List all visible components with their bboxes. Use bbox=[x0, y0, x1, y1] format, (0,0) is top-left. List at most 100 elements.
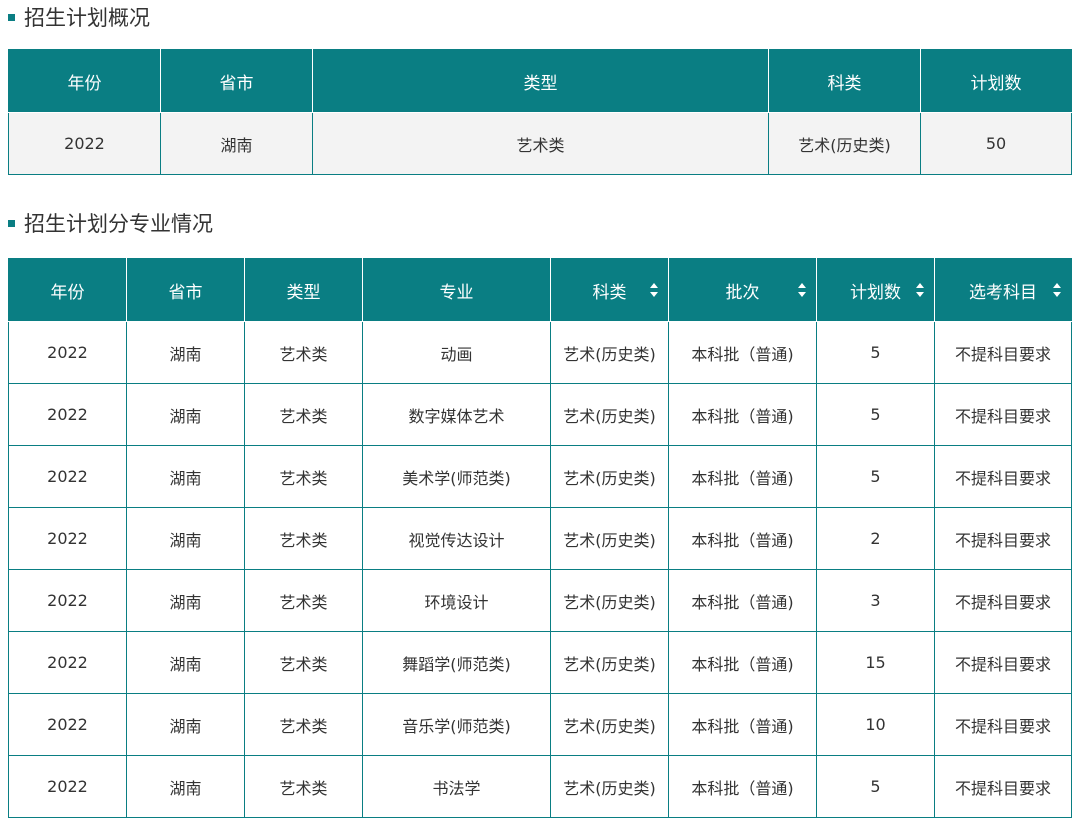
detail-cell-batch: 本科批（普通) bbox=[668, 755, 817, 818]
detail-header-year: 年份 bbox=[8, 258, 127, 322]
table-row: 2022 湖南 艺术类 美术学(师范类) 艺术(历史类) 本科批（普通) 5 不提科目要求 bbox=[8, 445, 1072, 508]
detail-cell-category: 艺术(历史类) bbox=[550, 569, 669, 632]
detail-cell-year: 2022 bbox=[8, 693, 127, 756]
detail-header-inner: 省市 bbox=[127, 278, 244, 303]
detail-cell-subjects: 不提科目要求 bbox=[934, 445, 1072, 508]
detail-cell-year: 2022 bbox=[8, 383, 127, 446]
detail-cell-type: 艺术类 bbox=[244, 631, 363, 694]
detail-cell-province: 湖南 bbox=[126, 631, 245, 694]
detail-cell-subjects: 不提科目要求 bbox=[934, 507, 1072, 570]
detail-cell-province: 湖南 bbox=[126, 569, 245, 632]
detail-cell-province: 湖南 bbox=[126, 445, 245, 508]
detail-cell-type: 艺术类 bbox=[244, 569, 363, 632]
overview-cell-province: 湖南 bbox=[160, 112, 313, 175]
detail-cell-category: 艺术(历史类) bbox=[550, 321, 669, 384]
sort-icon[interactable] bbox=[650, 283, 658, 297]
detail-header-label: 省市 bbox=[168, 282, 203, 303]
detail-cell-batch: 本科批（普通) bbox=[668, 507, 817, 570]
detail-header-type: 类型 bbox=[244, 258, 363, 322]
detail-cell-batch: 本科批（普通) bbox=[668, 321, 817, 384]
detail-cell-plan-count: 15 bbox=[816, 631, 935, 694]
detail-header-province: 省市 bbox=[126, 258, 245, 322]
detail-cell-year: 2022 bbox=[8, 569, 127, 632]
detail-header-major: 专业 bbox=[362, 258, 551, 322]
overview-header-plan-count: 计划数 bbox=[920, 49, 1072, 113]
detail-table: 年份 省市 类型 专业 科类 批次 计划数 选考科目 2022 湖南 艺术类 动画 艺术(历史类) 本科… bbox=[8, 258, 1072, 818]
detail-cell-year: 2022 bbox=[8, 507, 127, 570]
overview-cell-plan-count: 50 bbox=[920, 112, 1072, 175]
detail-cell-major: 环境设计 bbox=[362, 569, 551, 632]
table-row: 2022 湖南 艺术类 数字媒体艺术 艺术(历史类) 本科批（普通) 5 不提科目要求 bbox=[8, 383, 1072, 446]
overview-cell-category: 艺术(历史类) bbox=[768, 112, 921, 175]
detail-header-plan-count[interactable]: 计划数 bbox=[816, 258, 935, 322]
detail-cell-category: 艺术(历史类) bbox=[550, 383, 669, 446]
detail-cell-type: 艺术类 bbox=[244, 755, 363, 818]
detail-cell-province: 湖南 bbox=[126, 507, 245, 570]
detail-header-label: 年份 bbox=[50, 282, 85, 303]
detail-cell-province: 湖南 bbox=[126, 755, 245, 818]
detail-cell-major: 美术学(师范类) bbox=[362, 445, 551, 508]
detail-header-row: 年份 省市 类型 专业 科类 批次 计划数 选考科目 bbox=[8, 258, 1072, 322]
table-row: 2022 湖南 艺术类 动画 艺术(历史类) 本科批（普通) 5 不提科目要求 bbox=[8, 321, 1072, 384]
square-bullet-icon bbox=[8, 219, 15, 227]
overview-cell-type: 艺术类 bbox=[312, 112, 769, 175]
table-row: 2022 湖南 艺术类 书法学 艺术(历史类) 本科批（普通) 5 不提科目要求 bbox=[8, 755, 1072, 818]
detail-cell-plan-count: 5 bbox=[816, 383, 935, 446]
detail-cell-type: 艺术类 bbox=[244, 507, 363, 570]
detail-header-inner: 类型 bbox=[245, 278, 362, 303]
detail-cell-plan-count: 5 bbox=[816, 755, 935, 818]
detail-cell-major: 音乐学(师范类) bbox=[362, 693, 551, 756]
detail-cell-major: 动画 bbox=[362, 321, 551, 384]
overview-table: 年份 省市 类型 科类 计划数 2022 湖南 艺术类 艺术(历史类) 50 bbox=[8, 49, 1072, 175]
detail-header-inner: 计划数 bbox=[817, 278, 934, 303]
detail-header-inner: 科类 bbox=[551, 278, 668, 303]
detail-cell-province: 湖南 bbox=[126, 321, 245, 384]
overview-header-year: 年份 bbox=[8, 49, 161, 113]
detail-cell-year: 2022 bbox=[8, 445, 127, 508]
table-row: 2022 湖南 艺术类 视觉传达设计 艺术(历史类) 本科批（普通) 2 不提科目要求 bbox=[8, 507, 1072, 570]
detail-title-text: 招生计划分专业情况 bbox=[24, 212, 213, 236]
overview-cell-year: 2022 bbox=[8, 112, 161, 175]
detail-cell-plan-count: 10 bbox=[816, 693, 935, 756]
detail-cell-plan-count: 2 bbox=[816, 507, 935, 570]
detail-cell-batch: 本科批（普通) bbox=[668, 383, 817, 446]
detail-header-subjects[interactable]: 选考科目 bbox=[934, 258, 1072, 322]
detail-cell-subjects: 不提科目要求 bbox=[934, 693, 1072, 756]
detail-header-inner: 年份 bbox=[9, 278, 126, 303]
detail-cell-subjects: 不提科目要求 bbox=[934, 569, 1072, 632]
table-row: 2022 湖南 艺术类 音乐学(师范类) 艺术(历史类) 本科批（普通) 10 不提科目要求 bbox=[8, 693, 1072, 756]
overview-row: 2022 湖南 艺术类 艺术(历史类) 50 bbox=[8, 112, 1072, 175]
detail-header-label: 批次 bbox=[725, 282, 760, 303]
detail-cell-subjects: 不提科目要求 bbox=[934, 755, 1072, 818]
detail-header-category[interactable]: 科类 bbox=[550, 258, 669, 322]
detail-header-label: 科类 bbox=[592, 282, 627, 303]
detail-header-inner: 批次 bbox=[669, 278, 816, 303]
detail-cell-category: 艺术(历史类) bbox=[550, 445, 669, 508]
detail-cell-category: 艺术(历史类) bbox=[550, 755, 669, 818]
sort-icon[interactable] bbox=[798, 283, 806, 297]
sort-icon[interactable] bbox=[1053, 283, 1061, 297]
detail-header-inner: 选考科目 bbox=[935, 278, 1071, 303]
overview-header-province: 省市 bbox=[160, 49, 313, 113]
detail-cell-subjects: 不提科目要求 bbox=[934, 321, 1072, 384]
detail-cell-province: 湖南 bbox=[126, 693, 245, 756]
detail-cell-year: 2022 bbox=[8, 321, 127, 384]
detail-cell-type: 艺术类 bbox=[244, 445, 363, 508]
detail-header-label: 计划数 bbox=[850, 282, 901, 303]
detail-cell-major: 舞蹈学(师范类) bbox=[362, 631, 551, 694]
detail-header-label: 专业 bbox=[439, 282, 474, 303]
detail-cell-batch: 本科批（普通) bbox=[668, 445, 817, 508]
detail-cell-major: 书法学 bbox=[362, 755, 551, 818]
detail-cell-category: 艺术(历史类) bbox=[550, 507, 669, 570]
detail-cell-plan-count: 5 bbox=[816, 321, 935, 384]
detail-header-batch[interactable]: 批次 bbox=[668, 258, 817, 322]
detail-cell-batch: 本科批（普通) bbox=[668, 631, 817, 694]
detail-cell-subjects: 不提科目要求 bbox=[934, 383, 1072, 446]
detail-cell-major: 数字媒体艺术 bbox=[362, 383, 551, 446]
table-row: 2022 湖南 艺术类 环境设计 艺术(历史类) 本科批（普通) 3 不提科目要求 bbox=[8, 569, 1072, 632]
sort-icon[interactable] bbox=[916, 283, 924, 297]
detail-cell-category: 艺术(历史类) bbox=[550, 693, 669, 756]
detail-cell-batch: 本科批（普通) bbox=[668, 569, 817, 632]
overview-header-category: 科类 bbox=[768, 49, 921, 113]
detail-cell-type: 艺术类 bbox=[244, 383, 363, 446]
